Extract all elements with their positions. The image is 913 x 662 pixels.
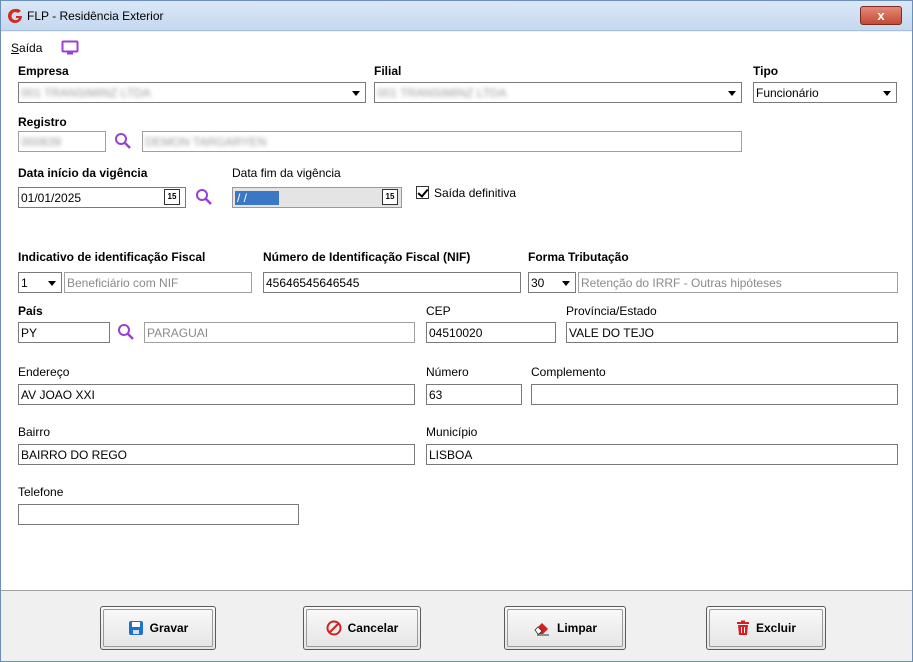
complemento-label: Complemento xyxy=(531,365,606,379)
municipio-label: Município xyxy=(426,425,478,439)
data-inicio-value: 01/01/2025 xyxy=(21,191,82,205)
pais-code-input[interactable]: PY xyxy=(18,322,110,343)
chevron-down-icon xyxy=(558,273,575,292)
empresa-label: Empresa xyxy=(18,64,69,78)
municipio-value: LISBOA xyxy=(429,448,473,462)
eraser-icon xyxy=(534,623,549,636)
excluir-label: Excluir xyxy=(755,621,797,635)
numero-value: 63 xyxy=(429,388,443,402)
close-icon: x xyxy=(877,8,885,23)
registro-name-input: DEMON TARGARYEN xyxy=(142,131,742,152)
menu-saida-mnemonic: S xyxy=(11,41,20,55)
data-fim-label: Data fim da vigência xyxy=(232,166,341,180)
calendar-icon[interactable]: 15 xyxy=(382,189,398,205)
bairro-label: Bairro xyxy=(18,425,51,439)
close-button[interactable]: x xyxy=(860,6,902,25)
menu-saida-label: aída xyxy=(19,41,43,55)
telefone-label: Telefone xyxy=(18,485,64,499)
app-window: FLP - Residência Exterior x Saída Empres… xyxy=(0,0,913,662)
cancel-icon xyxy=(326,620,342,636)
tipo-select[interactable]: Funcionário xyxy=(753,82,897,103)
forma-tributacao-label: Forma Tributação xyxy=(528,250,629,264)
trash-icon xyxy=(736,620,749,635)
chevron-down-icon xyxy=(879,83,896,102)
bairro-input[interactable]: BAIRRO DO REGO xyxy=(18,444,415,465)
limpar-button[interactable]: Limpar xyxy=(504,606,626,650)
indicativo-desc-value: Beneficiário com NIF xyxy=(67,276,179,290)
tipo-value: Funcionário xyxy=(756,86,819,100)
pais-desc-input: PARAGUAI xyxy=(144,322,415,343)
forma-tributacao-select[interactable]: 30 xyxy=(528,272,576,293)
registro-code-input[interactable]: 000839 xyxy=(18,131,106,152)
gravar-label: Gravar xyxy=(149,621,189,635)
monitor-icon[interactable] xyxy=(61,40,79,56)
limpar-label: Limpar xyxy=(556,621,597,635)
filial-value: 001 TRANSIMINZ LTDA xyxy=(377,86,507,100)
cancelar-button[interactable]: Cancelar xyxy=(303,606,421,650)
cep-label: CEP xyxy=(426,304,451,318)
menu-bar: Saída xyxy=(1,32,912,60)
excluir-button[interactable]: Excluir xyxy=(706,606,826,650)
bairro-value: BAIRRO DO REGO xyxy=(21,448,128,462)
municipio-input[interactable]: LISBOA xyxy=(426,444,898,465)
data-fim-value: / / xyxy=(235,191,279,205)
gravar-button[interactable]: Gravar xyxy=(100,606,216,650)
nif-label: Número de Identificação Fiscal (NIF) xyxy=(263,250,471,264)
nif-value: 45646545646545 xyxy=(266,276,360,290)
empresa-value: 001 TRANSIMINZ LTDA xyxy=(21,86,151,100)
form-area: Empresa 001 TRANSIMINZ LTDA Filial 001 T… xyxy=(1,60,912,590)
app-logo-icon xyxy=(8,8,22,23)
tipo-label: Tipo xyxy=(753,64,779,78)
title-bar: FLP - Residência Exterior x xyxy=(1,1,912,31)
endereco-label: Endereço xyxy=(18,365,70,379)
forma-tributacao-desc-input: Retenção do IRRF - Outras hipóteses xyxy=(578,272,898,293)
filial-select[interactable]: 001 TRANSIMINZ LTDA xyxy=(374,82,742,103)
telefone-input[interactable] xyxy=(18,504,299,525)
chevron-down-icon xyxy=(348,83,365,102)
provincia-label: Província/Estado xyxy=(566,304,657,318)
numero-input[interactable]: 63 xyxy=(426,384,522,405)
data-inicio-input[interactable]: 01/01/2025 xyxy=(18,187,186,208)
registro-code-value: 000839 xyxy=(21,135,62,149)
provincia-value: VALE DO TEJO xyxy=(569,326,654,340)
save-icon xyxy=(128,621,143,635)
cep-value: 04510020 xyxy=(429,326,483,340)
saida-definitiva-checkbox[interactable] xyxy=(416,186,429,199)
registro-name-value: DEMON TARGARYEN xyxy=(145,135,267,149)
pais-code-value: PY xyxy=(21,326,38,340)
forma-tributacao-code-value: 30 xyxy=(531,276,545,290)
data-fim-input[interactable]: / / xyxy=(232,187,402,208)
pais-desc-value: PARAGUAI xyxy=(147,326,209,340)
data-inicio-label: Data início da vigência xyxy=(18,166,148,180)
saida-definitiva-label: Saída definitiva xyxy=(434,186,517,200)
provincia-input[interactable]: VALE DO TEJO xyxy=(566,322,898,343)
search-icon[interactable] xyxy=(195,188,213,206)
button-bar: Gravar Cancelar Limpar Excluir xyxy=(1,590,912,661)
endereco-value: AV JOAO XXI xyxy=(21,388,95,402)
indicativo-label: Indicativo de identificação Fiscal xyxy=(18,250,206,264)
pais-label: País xyxy=(18,304,43,318)
search-icon[interactable] xyxy=(114,132,132,150)
calendar-icon[interactable]: 15 xyxy=(164,189,180,205)
numero-label: Número xyxy=(426,365,469,379)
filial-label: Filial xyxy=(374,64,402,78)
indicativo-code-value: 1 xyxy=(21,276,28,290)
chevron-down-icon xyxy=(44,273,61,292)
indicativo-select[interactable]: 1 xyxy=(18,272,62,293)
endereco-input[interactable]: AV JOAO XXI xyxy=(18,384,415,405)
indicativo-desc-input: Beneficiário com NIF xyxy=(64,272,252,293)
chevron-down-icon xyxy=(724,83,741,102)
menu-saida[interactable]: Saída xyxy=(11,41,42,55)
registro-label: Registro xyxy=(18,115,67,129)
empresa-select[interactable]: 001 TRANSIMINZ LTDA xyxy=(18,82,366,103)
cancelar-label: Cancelar xyxy=(347,621,399,635)
forma-tributacao-desc-value: Retenção do IRRF - Outras hipóteses xyxy=(581,276,782,290)
cep-input[interactable]: 04510020 xyxy=(426,322,556,343)
search-icon[interactable] xyxy=(117,323,135,341)
window-title: FLP - Residência Exterior xyxy=(27,9,164,23)
nif-input[interactable]: 45646545646545 xyxy=(263,272,521,293)
complemento-input[interactable] xyxy=(531,384,898,405)
